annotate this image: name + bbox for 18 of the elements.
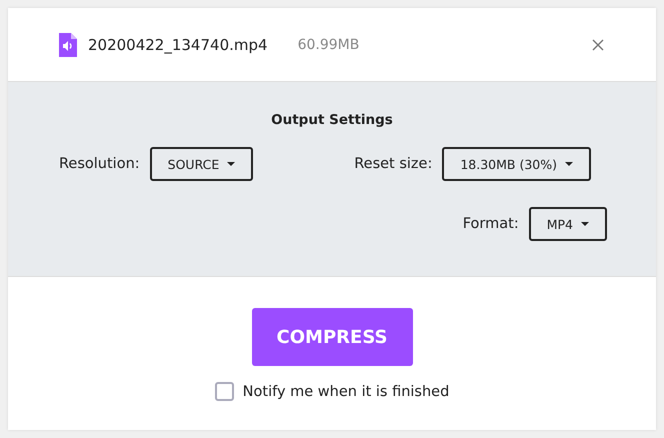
compress-button[interactable]: COMPRESS [252, 308, 412, 366]
file-size: 60.99MB [298, 36, 360, 52]
section-title: Output Settings [270, 112, 394, 128]
checkbox-label: Notify me when it is finished [242, 384, 450, 400]
caret-icon [227, 162, 236, 166]
dropdown[interactable]: SOURCE [150, 147, 254, 181]
close-button[interactable] [590, 36, 606, 52]
field-label: Reset size: [354, 156, 432, 172]
file-name: 20200422_134740.mp4 [88, 36, 268, 54]
caret-icon [565, 162, 573, 166]
dropdown[interactable]: 18.30MB (30%) [442, 147, 591, 181]
checkbox[interactable] [214, 382, 234, 401]
field-label: Resolution: [59, 156, 140, 172]
field-label: Format: [462, 216, 519, 232]
caret-icon [581, 222, 589, 226]
audio-file-icon [59, 32, 77, 56]
close-icon [592, 38, 604, 50]
dropdown[interactable]: MP4 [528, 207, 607, 241]
